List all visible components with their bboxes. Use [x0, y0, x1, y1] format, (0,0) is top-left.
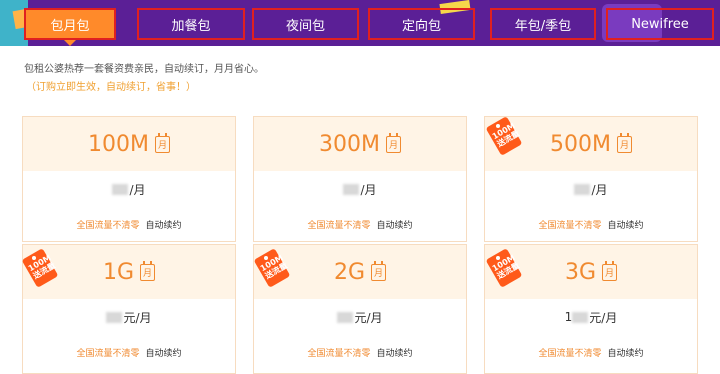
price-blur	[574, 183, 591, 195]
plan-features: 全国流量不清零 自动续约	[485, 335, 697, 369]
feature-no-reset: 全国流量不清零	[307, 220, 371, 231]
tab-addon[interactable]: 加餐包	[137, 8, 245, 40]
plan-card-100m[interactable]: 100M 月 /月 全国流量不清零 自动续约	[22, 116, 236, 242]
plan-size: 2G	[333, 259, 366, 285]
plan-size: 3G	[564, 259, 597, 285]
feature-auto-renew: 自动续约	[376, 220, 413, 231]
price-unit: /月	[360, 182, 377, 197]
tab-directional[interactable]: 定向包	[368, 8, 475, 40]
calendar-month-icon: 月	[385, 132, 401, 153]
bonus-tag-icon: 100M 送流量	[485, 248, 523, 288]
bonus-tag-icon: 100M 送流量	[485, 116, 523, 156]
plan-features: 全国流量不清零 自动续约	[254, 207, 466, 241]
plan-size: 300M	[319, 131, 380, 157]
tab-yearly-quarterly[interactable]: 年包/季包	[490, 8, 596, 40]
feature-auto-renew: 自动续约	[607, 220, 644, 231]
bonus-tag-icon: 100M 送流量	[21, 248, 59, 288]
plan-price: /月	[485, 171, 697, 207]
plan-features: 全国流量不清零 自动续约	[254, 335, 466, 369]
price-unit: /月	[129, 182, 146, 197]
price-prefix: 1	[564, 310, 573, 324]
price-blur	[112, 183, 129, 195]
feature-no-reset: 全国流量不清零	[76, 220, 140, 231]
plan-price: 1 元/月	[485, 299, 697, 335]
feature-auto-renew: 自动续约	[607, 348, 644, 359]
plan-features: 全国流量不清零 自动续约	[23, 335, 235, 369]
feature-no-reset: 全国流量不清零	[538, 348, 602, 359]
tab-night[interactable]: 夜间包	[252, 8, 359, 40]
plan-price: /月	[254, 171, 466, 207]
calendar-month-icon: 月	[154, 132, 170, 153]
feature-no-reset: 全国流量不清零	[538, 220, 602, 231]
price-unit: 元/月	[589, 310, 618, 325]
calendar-month-icon: 月	[616, 132, 632, 153]
plan-price: 元/月	[254, 299, 466, 335]
price-blur	[106, 311, 123, 323]
feature-auto-renew: 自动续约	[145, 220, 182, 231]
plan-price: 元/月	[23, 299, 235, 335]
plan-price: /月	[23, 171, 235, 207]
plan-card-300m[interactable]: 300M 月 /月 全国流量不清零 自动续约	[253, 116, 467, 242]
bonus-tag-icon: 100M 送流量	[253, 248, 291, 288]
price-unit: 元/月	[123, 310, 152, 325]
price-blur	[343, 183, 360, 195]
plan-features: 全国流量不清零 自动续约	[485, 207, 697, 241]
price-unit: /月	[591, 182, 608, 197]
price-unit: 元/月	[354, 310, 383, 325]
price-blur	[572, 311, 589, 323]
calendar-month-icon: 月	[140, 260, 156, 281]
feature-no-reset: 全国流量不清零	[76, 348, 140, 359]
plan-size: 500M	[550, 131, 611, 157]
tab-newifree[interactable]: Newifree	[606, 8, 714, 40]
plan-size: 100M	[88, 131, 149, 157]
price-blur	[337, 311, 354, 323]
feature-no-reset: 全国流量不清零	[307, 348, 371, 359]
tab-monthly[interactable]: 包月包	[24, 8, 116, 46]
plan-features: 全国流量不清零 自动续约	[23, 207, 235, 241]
package-description: 包租公婆热荐一套餐资费亲民，自动续订，月月省心。	[24, 64, 264, 75]
calendar-month-icon: 月	[371, 260, 387, 281]
feature-auto-renew: 自动续约	[145, 348, 182, 359]
feature-auto-renew: 自动续约	[376, 348, 413, 359]
calendar-month-icon: 月	[602, 260, 618, 281]
package-note: （订购立即生效，自动续订，省事！）	[26, 82, 196, 93]
plan-size: 1G	[102, 259, 135, 285]
